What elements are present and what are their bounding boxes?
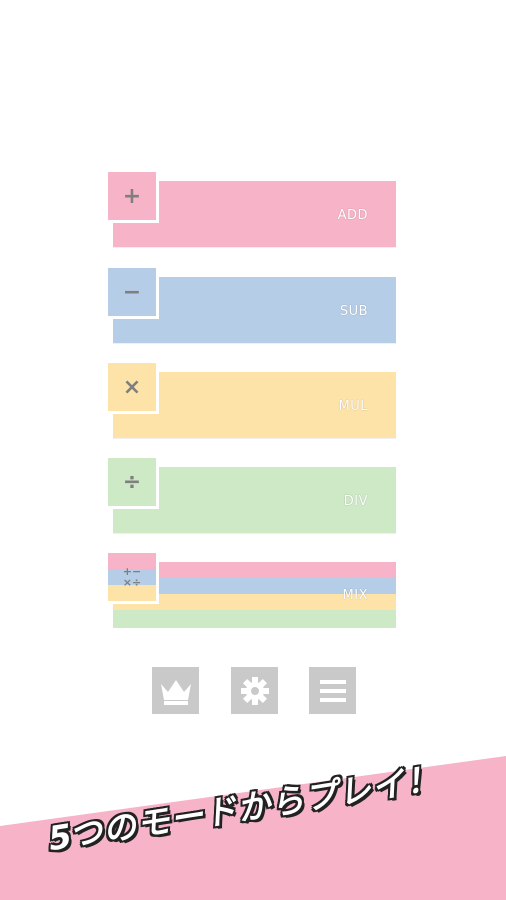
mode-select-screen: ADD + SUB − MUL × DIV ÷ MIX +− ×÷ 5つのモード… [0, 0, 506, 900]
